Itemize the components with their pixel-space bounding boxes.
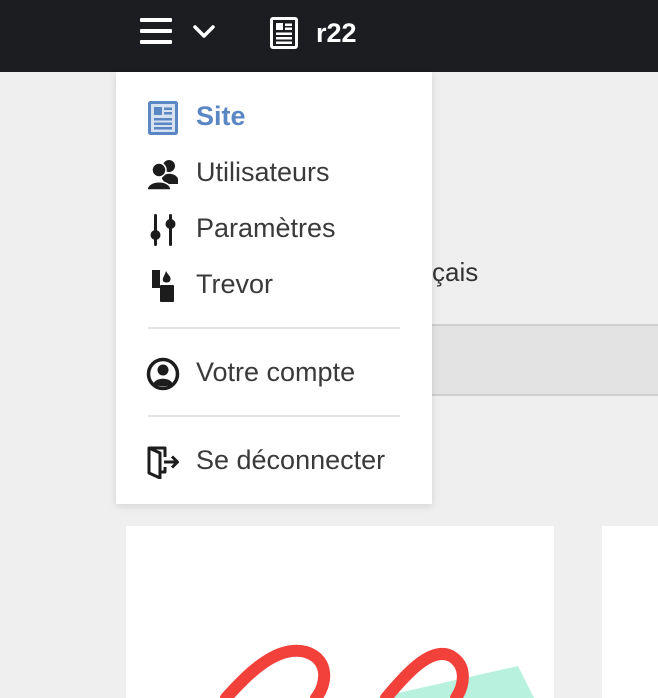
menu-item-settings[interactable]: Paramètres — [116, 201, 432, 257]
newspaper-icon — [148, 101, 178, 135]
menu-item-account[interactable]: Votre compte — [116, 345, 432, 401]
menu-item-site[interactable]: Site — [116, 89, 432, 145]
menu-item-label: Votre compte — [196, 357, 356, 387]
top-bar: r22 — [0, 0, 658, 72]
menu-item-label: Se déconnecter — [196, 445, 386, 475]
users-icon — [146, 160, 178, 191]
hamburger-icon[interactable] — [140, 18, 172, 46]
sign-out-icon — [147, 446, 179, 479]
menu-item-logout[interactable]: Se déconnecter — [116, 433, 432, 489]
site-dropdown-menu: Site Utilisateurs Paramètres Trevor Votr… — [116, 72, 432, 504]
background-bar — [432, 324, 658, 396]
card-illustration — [220, 644, 534, 698]
menu-item-label: Utilisateurs — [196, 157, 330, 187]
lighter-icon — [152, 270, 174, 302]
chevron-down-icon[interactable] — [192, 22, 216, 42]
language-text: çais — [432, 257, 479, 287]
hamburger-line — [140, 18, 172, 22]
preview-card[interactable] — [602, 526, 658, 698]
menu-item-label: Site — [196, 101, 246, 131]
site-name[interactable]: r22 — [316, 16, 357, 50]
sliders-icon — [150, 214, 176, 246]
hamburger-line — [140, 29, 172, 33]
preview-card[interactable] — [126, 526, 554, 698]
menu-item-trevor[interactable]: Trevor — [116, 257, 432, 313]
menu-item-label: Paramètres — [196, 213, 336, 243]
newspaper-icon — [270, 17, 298, 49]
menu-item-users[interactable]: Utilisateurs — [116, 145, 432, 201]
menu-divider — [148, 327, 400, 329]
user-circle-icon — [146, 357, 180, 391]
menu-divider — [148, 415, 400, 417]
menu-item-label: Trevor — [196, 269, 274, 299]
hamburger-line — [140, 40, 172, 44]
